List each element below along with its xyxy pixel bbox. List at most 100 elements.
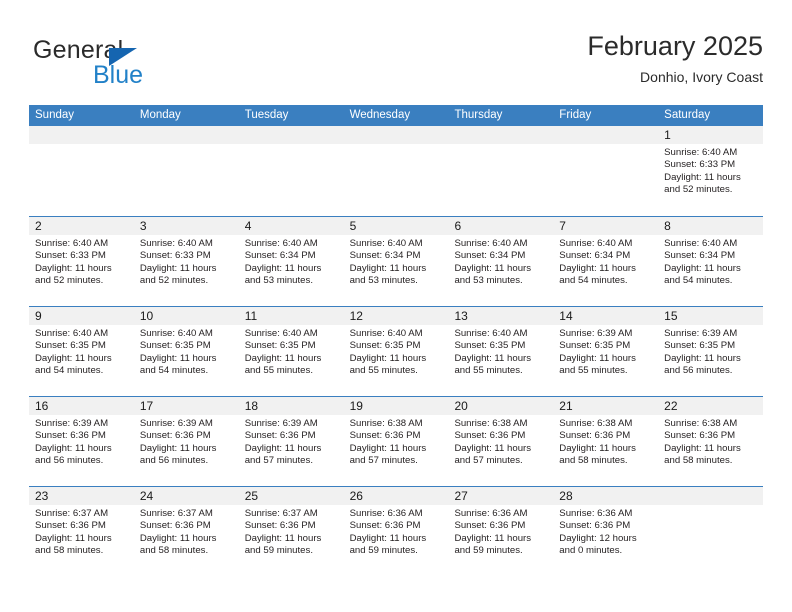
weekday-header-tuesday: Tuesday xyxy=(244,109,289,121)
calendar-week-row: 9 Sunrise: 6:40 AM Sunset: 6:35 PM Daylight… xyxy=(29,306,764,396)
calendar-day-cell[interactable]: 23 Sunrise: 6:37 AM Sunset: 6:36 PM Dayligh… xyxy=(29,487,134,576)
calendar-day-cell[interactable]: 8 Sunrise: 6:40 AM Sunset: 6:34 PM Daylight… xyxy=(658,217,764,306)
day-number-band: 8 xyxy=(658,217,764,235)
calendar-day-cell[interactable]: 1 Sunrise: 6:40 AM Sunset: 6:33 PM Daylight… xyxy=(658,126,764,216)
day-number: 27 xyxy=(454,489,468,503)
day-sun-info: Sunrise: 6:40 AM Sunset: 6:35 PM Daylight:… xyxy=(344,325,449,378)
calendar-day-cell[interactable]: 22 Sunrise: 6:38 AM Sunset: 6:36 PM Dayligh… xyxy=(658,397,764,486)
day-sun-info: Sunrise: 6:38 AM Sunset: 6:36 PM Daylight:… xyxy=(448,415,553,468)
day-number-band: 27 xyxy=(448,487,554,505)
day-number: 20 xyxy=(454,399,468,413)
calendar-day-cell[interactable]: 12 Sunrise: 6:40 AM Sunset: 6:35 PM Dayligh… xyxy=(343,307,449,396)
calendar-day-cell[interactable]: 2 Sunrise: 6:40 AM Sunset: 6:33 PM Daylight… xyxy=(29,217,134,306)
logo-text-blue: Blue xyxy=(93,61,144,89)
calendar-week-row: 2 Sunrise: 6:40 AM Sunset: 6:33 PM Daylight… xyxy=(29,216,764,306)
calendar-day-cell[interactable]: 16 Sunrise: 6:39 AM Sunset: 6:36 PM Dayligh… xyxy=(29,397,134,486)
sunrise-text: Sunrise: 6:37 AM xyxy=(244,508,318,519)
calendar-day-cell[interactable]: 27 Sunrise: 6:36 AM Sunset: 6:36 PM Dayligh… xyxy=(448,487,554,576)
sunrise-text: Sunrise: 6:40 AM xyxy=(454,328,528,339)
sunrise-text: Sunrise: 6:38 AM xyxy=(349,418,423,429)
calendar-week-row: 1 Sunrise: 6:40 AM Sunset: 6:33 PM Daylight… xyxy=(29,126,764,216)
daylight-text: Daylight: 11 hours and 54 minutes. xyxy=(559,262,636,287)
day-number-band: 16 xyxy=(29,397,134,415)
calendar-day-cell[interactable]: 10 Sunrise: 6:40 AM Sunset: 6:35 PM Dayligh… xyxy=(133,307,239,396)
calendar-day-cell[interactable]: 26 Sunrise: 6:36 AM Sunset: 6:36 PM Dayligh… xyxy=(343,487,449,576)
calendar-day-cell[interactable]: 13 Sunrise: 6:40 AM Sunset: 6:35 PM Dayligh… xyxy=(448,307,554,396)
calendar-day-cell[interactable]: 6 Sunrise: 6:40 AM Sunset: 6:34 PM Daylight… xyxy=(448,217,554,306)
calendar-day-cell[interactable]: 25 Sunrise: 6:37 AM Sunset: 6:36 PM Dayligh… xyxy=(238,487,344,576)
day-sun-info: Sunrise: 6:36 AM Sunset: 6:36 PM Daylight:… xyxy=(448,505,553,558)
calendar-day-cell-empty xyxy=(133,126,239,216)
daylight-text: Daylight: 11 hours and 58 minutes. xyxy=(35,532,112,557)
sunrise-text: Sunrise: 6:39 AM xyxy=(244,418,318,429)
general-blue-logo[interactable]: General Blue xyxy=(33,36,233,94)
day-sun-info: Sunrise: 6:40 AM Sunset: 6:35 PM Daylight:… xyxy=(448,325,553,378)
day-number-band xyxy=(238,126,344,144)
calendar-day-cell[interactable]: 4 Sunrise: 6:40 AM Sunset: 6:34 PM Daylight… xyxy=(238,217,344,306)
sunset-text: Sunset: 6:35 PM xyxy=(454,340,526,352)
calendar-day-cell[interactable]: 17 Sunrise: 6:39 AM Sunset: 6:36 PM Dayligh… xyxy=(133,397,239,486)
day-sun-info: Sunrise: 6:40 AM Sunset: 6:35 PM Daylight:… xyxy=(29,325,134,378)
sunset-text: Sunset: 6:35 PM xyxy=(664,340,736,352)
calendar-day-cell[interactable]: 24 Sunrise: 6:37 AM Sunset: 6:36 PM Dayligh… xyxy=(133,487,239,576)
sunset-text: Sunset: 6:34 PM xyxy=(454,250,526,262)
sunrise-text: Sunrise: 6:37 AM xyxy=(35,508,109,519)
day-sun-info: Sunrise: 6:37 AM Sunset: 6:36 PM Daylight:… xyxy=(134,505,239,558)
calendar-day-cell[interactable]: 3 Sunrise: 6:40 AM Sunset: 6:33 PM Daylight… xyxy=(133,217,239,306)
sunrise-text: Sunrise: 6:38 AM xyxy=(664,418,738,429)
day-number-band: 4 xyxy=(238,217,344,235)
weekday-header-sunday: Sunday xyxy=(35,109,75,121)
daylight-text: Daylight: 11 hours and 53 minutes. xyxy=(454,262,532,287)
day-number: 21 xyxy=(559,399,573,413)
calendar-day-cell[interactable]: 11 Sunrise: 6:40 AM Sunset: 6:35 PM Dayligh… xyxy=(238,307,344,396)
calendar-day-cell[interactable]: 21 Sunrise: 6:38 AM Sunset: 6:36 PM Dayligh… xyxy=(553,397,659,486)
day-sun-info: Sunrise: 6:36 AM Sunset: 6:36 PM Daylight:… xyxy=(553,505,658,558)
day-sun-info: Sunrise: 6:36 AM Sunset: 6:36 PM Daylight:… xyxy=(344,505,449,558)
calendar-day-cell[interactable]: 14 Sunrise: 6:39 AM Sunset: 6:35 PM Dayligh… xyxy=(553,307,659,396)
weekday-header-row: Sunday Monday Tuesday Wednesday Thursday Frid… xyxy=(29,105,763,126)
sunset-text: Sunset: 6:34 PM xyxy=(559,250,631,262)
day-number: 15 xyxy=(664,309,678,323)
daylight-text: Daylight: 11 hours and 57 minutes. xyxy=(349,442,427,467)
day-number: 19 xyxy=(349,399,363,413)
calendar-day-cell[interactable]: 5 Sunrise: 6:40 AM Sunset: 6:34 PM Daylight… xyxy=(343,217,449,306)
day-sun-info: Sunrise: 6:40 AM Sunset: 6:33 PM Daylight:… xyxy=(29,235,134,288)
day-number-band: 11 xyxy=(238,307,344,325)
day-number-band xyxy=(448,126,554,144)
day-number: 23 xyxy=(35,489,49,503)
day-number-band: 26 xyxy=(343,487,449,505)
calendar-day-cell[interactable]: 19 Sunrise: 6:38 AM Sunset: 6:36 PM Dayligh… xyxy=(343,397,449,486)
calendar-week-row: 23 Sunrise: 6:37 AM Sunset: 6:36 PM Dayligh… xyxy=(29,486,764,576)
day-number-band: 24 xyxy=(133,487,239,505)
day-sun-info: Sunrise: 6:40 AM Sunset: 6:35 PM Daylight:… xyxy=(239,325,344,378)
day-number-band xyxy=(553,126,659,144)
sunset-text: Sunset: 6:36 PM xyxy=(244,520,316,532)
sunrise-text: Sunrise: 6:40 AM xyxy=(454,238,528,249)
calendar-day-cell-empty xyxy=(553,126,659,216)
page-header: General Blue February 2025 Donhio, Ivory… xyxy=(29,30,763,98)
daylight-text: Daylight: 11 hours and 57 minutes. xyxy=(244,442,322,467)
calendar-day-cell[interactable]: 9 Sunrise: 6:40 AM Sunset: 6:35 PM Daylight… xyxy=(29,307,134,396)
day-number-band: 6 xyxy=(448,217,554,235)
daylight-text: Daylight: 11 hours and 52 minutes. xyxy=(139,262,217,287)
calendar-day-cell[interactable]: 15 Sunrise: 6:39 AM Sunset: 6:35 PM Dayligh… xyxy=(658,307,764,396)
sunset-text: Sunset: 6:36 PM xyxy=(349,430,421,442)
day-number-band: 23 xyxy=(29,487,134,505)
day-number: 16 xyxy=(35,399,49,413)
day-number-band: 19 xyxy=(343,397,449,415)
calendar-day-cell[interactable]: 28 Sunrise: 6:36 AM Sunset: 6:36 PM Dayligh… xyxy=(553,487,659,576)
calendar-day-cell[interactable]: 20 Sunrise: 6:38 AM Sunset: 6:36 PM Dayligh… xyxy=(448,397,554,486)
sunrise-text: Sunrise: 6:40 AM xyxy=(559,238,633,249)
calendar-grid: Sunday Monday Tuesday Wednesday Thursday Frid… xyxy=(29,105,764,576)
day-number-band: 2 xyxy=(29,217,134,235)
sunset-text: Sunset: 6:36 PM xyxy=(454,430,526,442)
day-number-band: 10 xyxy=(133,307,239,325)
daylight-text: Daylight: 11 hours and 54 minutes. xyxy=(139,352,217,377)
calendar-day-cell[interactable]: 18 Sunrise: 6:39 AM Sunset: 6:36 PM Dayligh… xyxy=(238,397,344,486)
day-number-band: 14 xyxy=(553,307,659,325)
day-number: 22 xyxy=(664,399,678,413)
sunrise-text: Sunrise: 6:40 AM xyxy=(139,238,213,249)
daylight-text: Daylight: 11 hours and 54 minutes. xyxy=(664,262,741,287)
day-sun-info: Sunrise: 6:40 AM Sunset: 6:33 PM Daylight:… xyxy=(134,235,239,288)
calendar-day-cell[interactable]: 7 Sunrise: 6:40 AM Sunset: 6:34 PM Daylight… xyxy=(553,217,659,306)
